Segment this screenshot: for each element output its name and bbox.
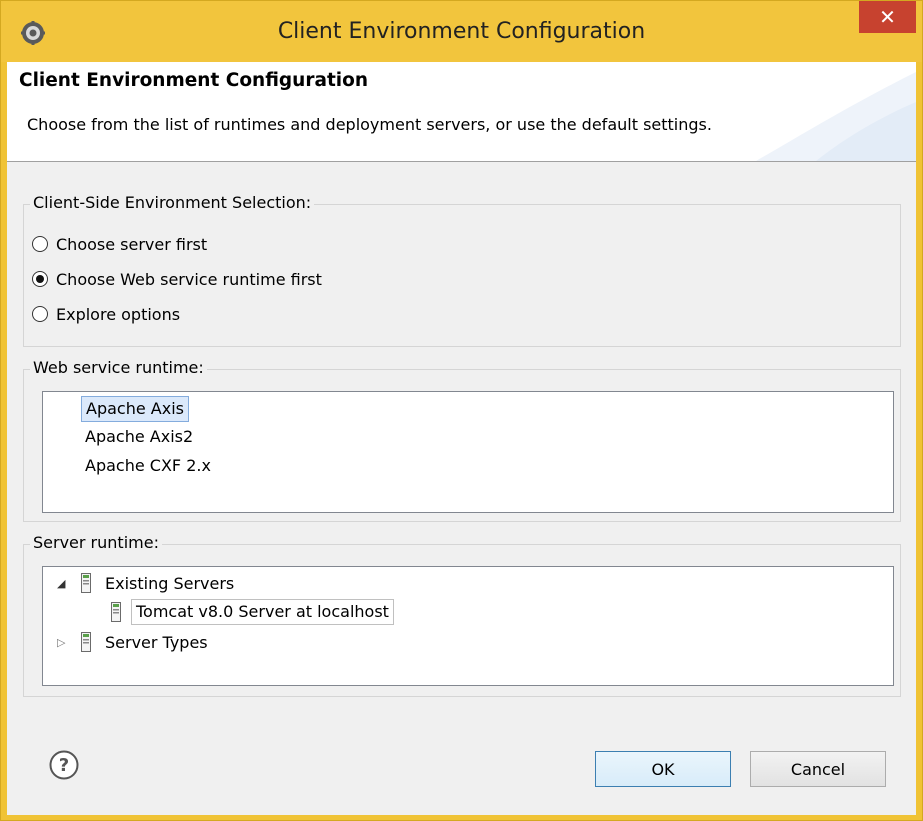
tree-node-server-types[interactable]: ▷ Server Types (57, 629, 208, 655)
radio-button[interactable] (32, 306, 48, 322)
banner-graphic (756, 72, 916, 161)
list-item-apache-cxf[interactable]: Apache CXF 2.x (81, 453, 215, 479)
radio-choose-server-first[interactable]: Choose server first (32, 232, 207, 256)
ok-button[interactable]: OK (595, 751, 731, 787)
window-title: Client Environment Configuration (277, 19, 646, 44)
tree-node-tomcat-server[interactable]: Tomcat v8.0 Server at localhost (111, 599, 394, 625)
server-runtime-group: Server runtime: ◢ Existing Servers Tomca… (23, 533, 901, 697)
tree-node-label: Tomcat v8.0 Server at localhost (131, 599, 394, 625)
expand-triangle-icon[interactable]: ◢ (57, 577, 71, 590)
close-button[interactable]: ✕ (859, 1, 916, 33)
environment-selection-label: Client-Side Environment Selection: (30, 193, 315, 212)
web-service-runtime-list[interactable]: Apache Axis Apache Axis2 Apache CXF 2.x (42, 391, 894, 513)
dialog-client-area: Client Environment Configuration Choose … (7, 62, 916, 815)
radio-label: Choose Web service runtime first (56, 269, 322, 289)
tree-node-label: Server Types (105, 632, 208, 652)
web-service-runtime-group: Web service runtime: Apache Axis Apache … (23, 358, 901, 522)
tree-node-label: Existing Servers (105, 573, 235, 593)
server-icon (81, 573, 91, 593)
radio-button[interactable] (32, 271, 48, 287)
tree-node-existing-servers[interactable]: ◢ Existing Servers (57, 570, 234, 596)
radio-explore-options[interactable]: Explore options (32, 302, 180, 326)
cancel-button[interactable]: Cancel (750, 751, 886, 787)
radio-label: Explore options (56, 304, 181, 324)
radio-button[interactable] (32, 236, 48, 252)
radio-choose-runtime-first[interactable]: Choose Web service runtime first (32, 267, 322, 291)
page-title: Client Environment Configuration (19, 70, 369, 91)
web-service-runtime-label: Web service runtime: (30, 358, 207, 377)
title-bar[interactable]: Client Environment Configuration ✕ (1, 1, 922, 62)
dialog-window: Client Environment Configuration ✕ Clien… (0, 0, 923, 821)
server-icon (81, 632, 91, 652)
list-item-apache-axis2[interactable]: Apache Axis2 (81, 424, 197, 450)
server-runtime-tree[interactable]: ◢ Existing Servers Tomcat v8.0 Server at… (42, 566, 894, 686)
environment-selection-group: Client-Side Environment Selection: Choos… (23, 193, 901, 347)
collapse-triangle-icon[interactable]: ▷ (57, 636, 71, 649)
close-icon: ✕ (879, 5, 896, 29)
question-icon[interactable]: ? (49, 750, 79, 780)
list-item-apache-axis[interactable]: Apache Axis (81, 396, 189, 422)
svg-text:?: ? (59, 755, 69, 776)
page-description: Choose from the list of runtimes and dep… (27, 115, 712, 134)
radio-label: Choose server first (56, 234, 208, 254)
server-icon (111, 602, 121, 622)
server-runtime-label: Server runtime: (30, 533, 162, 552)
header-banner: Client Environment Configuration Choose … (7, 62, 916, 162)
